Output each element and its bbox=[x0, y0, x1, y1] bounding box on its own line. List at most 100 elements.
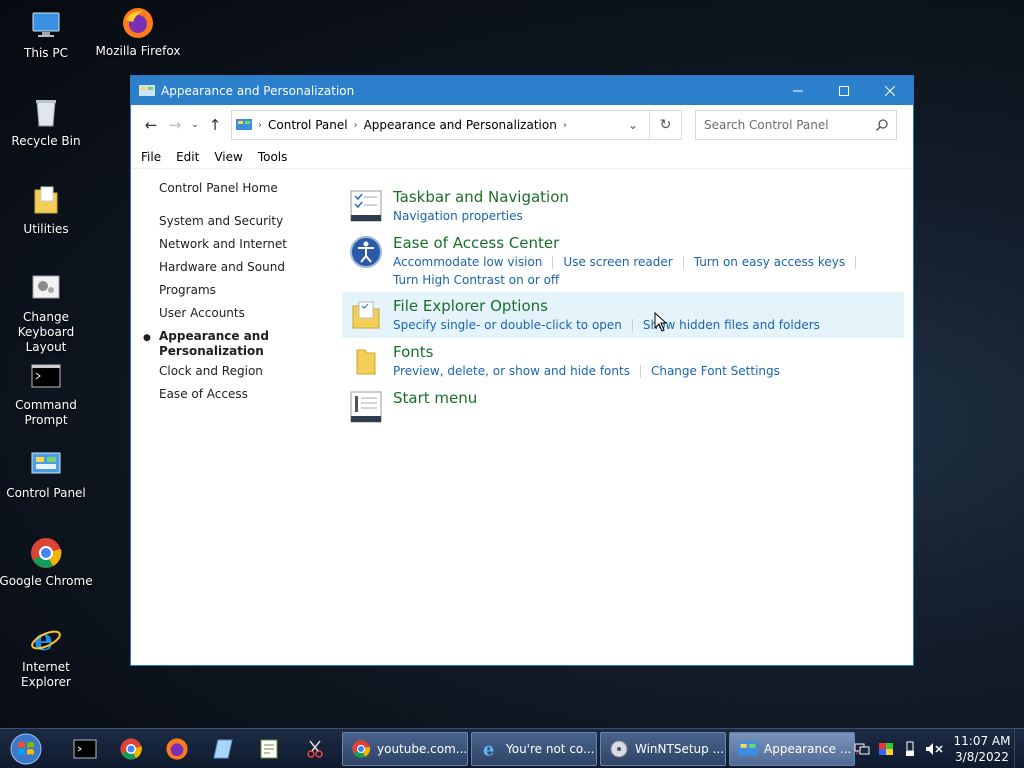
volume-muted-icon[interactable] bbox=[922, 737, 946, 761]
pinned-firefox[interactable] bbox=[154, 731, 200, 767]
mouse-cursor-icon bbox=[654, 312, 668, 332]
start-menu-icon bbox=[349, 390, 383, 424]
ease-of-access-icon bbox=[349, 235, 383, 269]
nav-ease-of-access[interactable]: Ease of Access bbox=[159, 383, 329, 406]
up-button[interactable]: ↑ bbox=[203, 112, 227, 138]
taskbar-item-label: youtube.com... bbox=[377, 741, 468, 756]
maximize-button[interactable] bbox=[821, 76, 867, 105]
menu-view[interactable]: View bbox=[214, 150, 242, 164]
search-icon bbox=[876, 119, 888, 131]
desktop-icon-control-panel[interactable]: Control Panel bbox=[0, 448, 94, 501]
left-navigation: Control Panel Home System and Security N… bbox=[143, 177, 329, 406]
category-start-menu: Start menu bbox=[346, 384, 906, 424]
desktop-icon-google-chrome[interactable]: Google Chrome bbox=[0, 536, 94, 589]
category-heading[interactable]: File Explorer Options bbox=[393, 292, 904, 316]
usb-icon[interactable] bbox=[898, 737, 922, 761]
desktop-icon-label: Control Panel bbox=[6, 486, 86, 500]
notes-icon bbox=[213, 739, 233, 758]
pinned-app-notes[interactable] bbox=[200, 731, 246, 767]
keyboard-settings-icon bbox=[29, 272, 63, 306]
breadcrumb-control-panel[interactable]: Control Panel bbox=[262, 118, 354, 132]
address-bar[interactable]: › Control Panel › Appearance and Persona… bbox=[231, 110, 682, 140]
folder-options-icon bbox=[349, 298, 383, 332]
taskbar-item-chrome[interactable]: youtube.com... bbox=[342, 731, 468, 766]
nav-user-accounts[interactable]: User Accounts bbox=[159, 302, 329, 325]
breadcrumb-separator[interactable]: › bbox=[563, 120, 567, 131]
menu-tools[interactable]: Tools bbox=[258, 150, 288, 164]
desktop-icon-recycle-bin[interactable]: Recycle Bin bbox=[0, 96, 94, 149]
title-bar[interactable]: Appearance and Personalization bbox=[131, 76, 913, 105]
pinned-snipping-tool[interactable] bbox=[292, 731, 338, 767]
desktop-icon-firefox[interactable]: Mozilla Firefox bbox=[90, 6, 186, 59]
link-change-font-settings[interactable]: Change Font Settings bbox=[651, 364, 780, 378]
control-panel-icon bbox=[236, 118, 252, 132]
link-preview-fonts[interactable]: Preview, delete, or show and hide fonts bbox=[393, 364, 630, 378]
desktop-icon-internet-explorer[interactable]: e Internet Explorer bbox=[0, 622, 94, 690]
show-desktop-button[interactable] bbox=[1014, 729, 1024, 768]
pinned-command-prompt[interactable] bbox=[62, 731, 108, 767]
clock-date: 3/8/2022 bbox=[955, 750, 1009, 764]
category-links: Navigation properties bbox=[393, 207, 906, 225]
nav-control-panel-home[interactable]: Control Panel Home bbox=[159, 177, 329, 200]
network-icon[interactable] bbox=[850, 737, 874, 761]
forward-button[interactable]: → bbox=[163, 112, 187, 138]
address-dropdown-button[interactable]: ⌄ bbox=[621, 111, 645, 139]
category-heading[interactable]: Ease of Access Center bbox=[393, 229, 906, 253]
nav-active-label: Appearance and Personalization bbox=[159, 329, 269, 358]
minimize-button[interactable] bbox=[775, 76, 821, 105]
nav-system-and-security[interactable]: System and Security bbox=[159, 210, 329, 233]
nav-appearance-and-personalization: ● Appearance and Personalization bbox=[143, 325, 329, 360]
desktop-icon-change-keyboard-layout[interactable]: Change Keyboard Layout bbox=[0, 272, 94, 355]
category-links: Accommodate low vision Use screen reader T… bbox=[393, 253, 906, 271]
link-separator bbox=[631, 319, 633, 332]
taskbar: youtube.com... e You're not co... WinNTS… bbox=[0, 728, 1024, 768]
desktop-icon-label: Command Prompt bbox=[15, 398, 77, 427]
menu-file[interactable]: File bbox=[141, 150, 161, 164]
computer-icon bbox=[29, 8, 63, 42]
menu-edit[interactable]: Edit bbox=[176, 150, 199, 164]
desktop-icon-label: This PC bbox=[24, 46, 68, 60]
link-high-contrast[interactable]: Turn High Contrast on or off bbox=[393, 273, 559, 287]
back-button[interactable]: ← bbox=[139, 112, 163, 138]
category-heading[interactable]: Taskbar and Navigation bbox=[393, 183, 906, 207]
folder-icon bbox=[29, 184, 63, 218]
desktop-icon-this-pc[interactable]: This PC bbox=[0, 8, 94, 61]
category-ease-of-access-center: Ease of Access Center Accommodate low vi… bbox=[346, 229, 906, 292]
nav-hardware-and-sound[interactable]: Hardware and Sound bbox=[159, 256, 329, 279]
nav-network-and-internet[interactable]: Network and Internet bbox=[159, 233, 329, 256]
link-show-hidden-files[interactable]: Show hidden files and folders bbox=[643, 318, 820, 332]
taskbar-item-winntsetup[interactable]: WinNTSetup ... bbox=[600, 731, 726, 766]
taskbar-item-internet-explorer[interactable]: e You're not co... bbox=[471, 731, 597, 766]
taskbar-item-appearance[interactable]: Appearance ... bbox=[729, 731, 855, 766]
display-icon[interactable] bbox=[874, 737, 898, 761]
category-links: Preview, delete, or show and hide fonts C… bbox=[393, 362, 906, 380]
recent-locations-button[interactable]: ⌄ bbox=[187, 112, 203, 138]
desktop-icon-command-prompt[interactable]: Command Prompt bbox=[0, 360, 94, 428]
category-heading[interactable]: Fonts bbox=[393, 338, 906, 362]
desktop-icon-utilities[interactable]: Utilities bbox=[0, 184, 94, 237]
pinned-chrome[interactable] bbox=[108, 731, 154, 767]
link-accommodate-low-vision[interactable]: Accommodate low vision bbox=[393, 255, 542, 269]
refresh-button[interactable]: ↻ bbox=[649, 111, 681, 139]
search-input[interactable]: Search Control Panel bbox=[695, 110, 897, 140]
link-navigation-properties[interactable]: Navigation properties bbox=[393, 209, 523, 223]
category-file-explorer-options[interactable]: File Explorer Options Specify single- or… bbox=[342, 292, 904, 338]
nav-programs[interactable]: Programs bbox=[159, 279, 329, 302]
link-single-double-click[interactable]: Specify single- or double-click to open bbox=[393, 318, 622, 332]
nav-clock-and-region[interactable]: Clock and Region bbox=[159, 360, 329, 383]
scissors-icon bbox=[307, 740, 323, 758]
start-button[interactable] bbox=[0, 729, 52, 768]
link-easy-access-keys[interactable]: Turn on easy access keys bbox=[694, 255, 845, 269]
clock[interactable]: 11:07 AM 3/8/2022 bbox=[950, 733, 1014, 765]
pinned-app-editor[interactable] bbox=[246, 731, 292, 767]
breadcrumb-appearance[interactable]: Appearance and Personalization bbox=[358, 118, 563, 132]
chrome-icon bbox=[352, 739, 371, 758]
maximize-icon bbox=[839, 85, 849, 96]
search-placeholder: Search Control Panel bbox=[704, 118, 829, 132]
control-panel-window: Appearance and Personalization ← → ⌄ ↑ ›… bbox=[130, 75, 914, 666]
category-heading[interactable]: Start menu bbox=[393, 384, 906, 408]
link-use-screen-reader[interactable]: Use screen reader bbox=[563, 255, 672, 269]
desktop-icon-label: Utilities bbox=[23, 222, 69, 236]
control-panel-icon bbox=[29, 448, 63, 482]
close-button[interactable] bbox=[867, 76, 913, 105]
